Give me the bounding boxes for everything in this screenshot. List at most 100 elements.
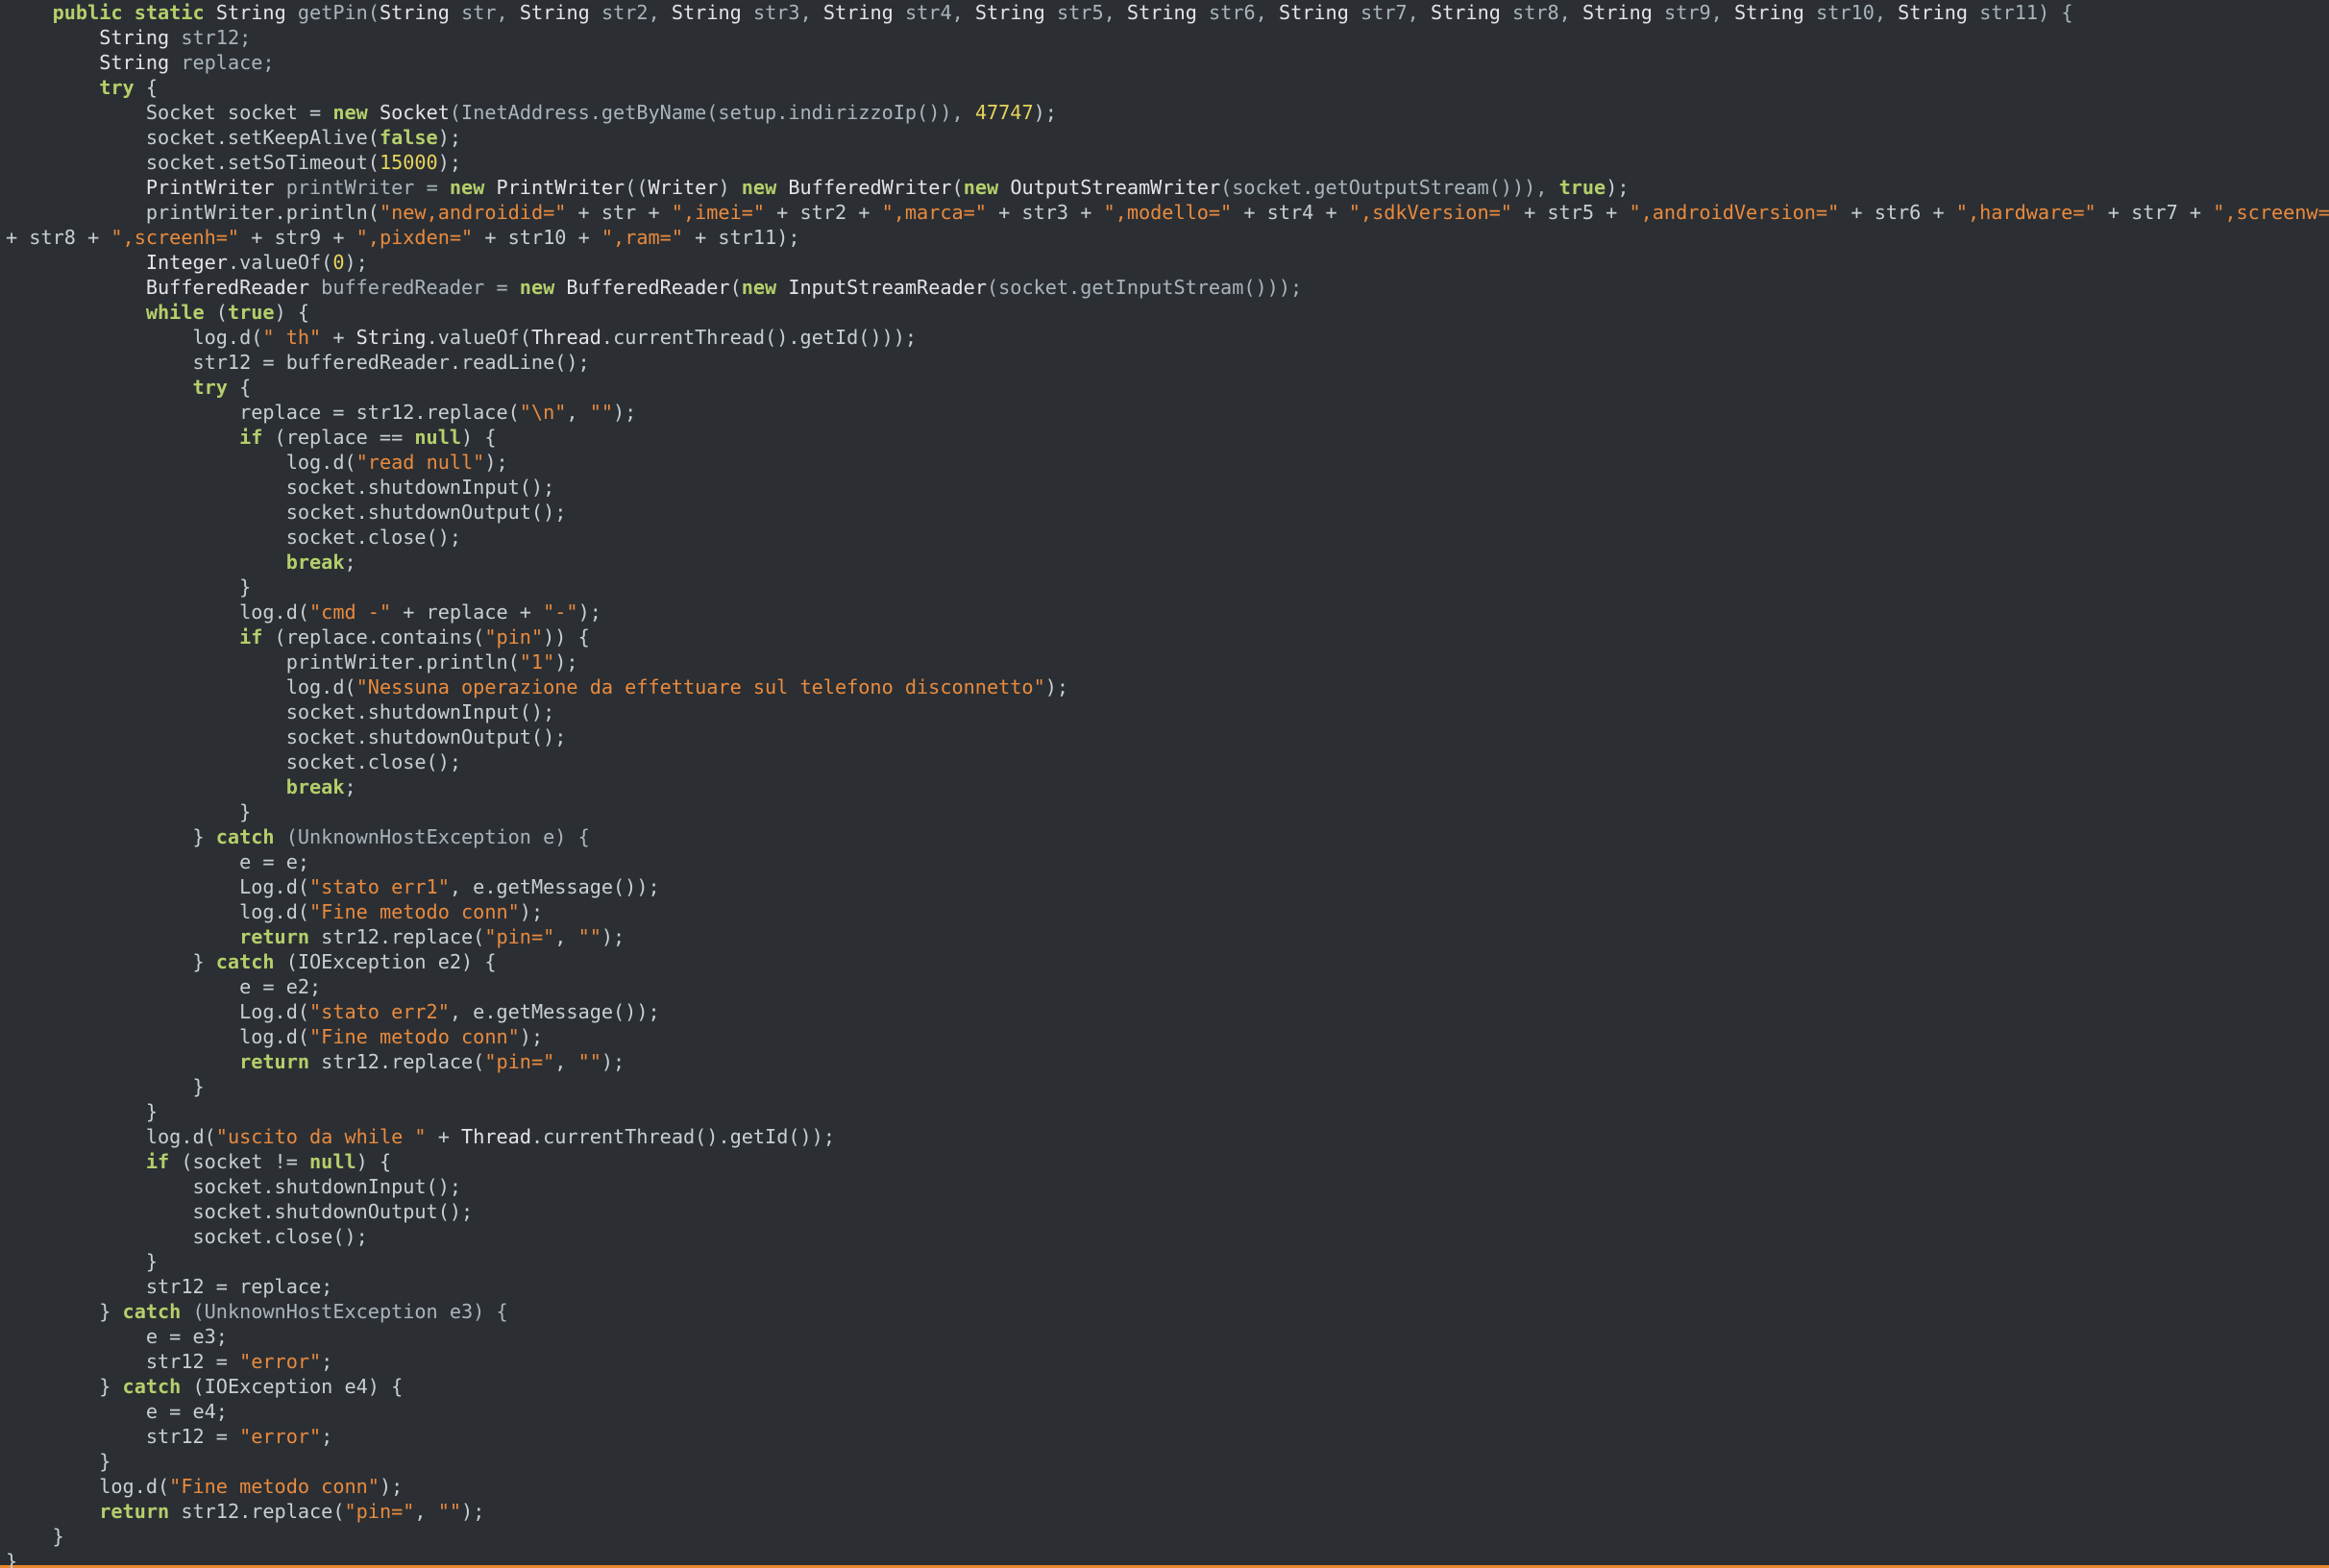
code-line[interactable]: socket.shutdownInput(); xyxy=(6,1174,2329,1199)
code-token: Log.d( xyxy=(239,1000,310,1023)
code-token: return xyxy=(99,1500,170,1523)
code-line[interactable]: } xyxy=(6,1549,2329,1568)
code-line[interactable]: return str12.replace("pin=", ""); xyxy=(6,1049,2329,1074)
code-line[interactable]: log.d("Fine metodo conn"); xyxy=(6,899,2329,924)
code-token: "stato err2" xyxy=(309,1000,450,1023)
code-line[interactable]: if (replace.contains("pin")) { xyxy=(6,625,2329,649)
code-line[interactable]: str12 = "error"; xyxy=(6,1424,2329,1449)
code-line[interactable]: } catch (IOException e4) { xyxy=(6,1374,2329,1399)
code-line[interactable]: Log.d("stato err1", e.getMessage()); xyxy=(6,874,2329,899)
code-line[interactable]: e = e2; xyxy=(6,974,2329,999)
code-line[interactable]: socket.close(); xyxy=(6,749,2329,774)
code-line[interactable]: e = e4; xyxy=(6,1399,2329,1424)
code-token: ); xyxy=(344,251,368,274)
code-line[interactable]: break; xyxy=(6,550,2329,575)
code-line[interactable]: } xyxy=(6,799,2329,824)
code-token: log.d( xyxy=(239,900,310,923)
code-token: str12 = replace; xyxy=(145,1275,333,1298)
code-line[interactable]: while (true) { xyxy=(6,300,2329,325)
code-line[interactable]: break; xyxy=(6,774,2329,799)
code-line[interactable]: str12 = "error"; xyxy=(6,1349,2329,1374)
code-line[interactable]: log.d("Nessuna operazione da effettuare … xyxy=(6,674,2329,699)
code-line[interactable]: Socket socket = new Socket(InetAddress.g… xyxy=(6,100,2329,125)
code-line[interactable]: } xyxy=(6,575,2329,600)
code-line[interactable]: socket.setSoTimeout(15000); xyxy=(6,150,2329,175)
code-line[interactable]: str12 = bufferedReader.readLine(); xyxy=(6,350,2329,375)
code-line[interactable]: socket.shutdownOutput(); xyxy=(6,724,2329,749)
code-line[interactable]: e = e; xyxy=(6,849,2329,874)
code-token: getPin( xyxy=(285,1,380,24)
code-line[interactable]: printWriter.println("1"); xyxy=(6,649,2329,674)
code-line[interactable]: socket.shutdownOutput(); xyxy=(6,500,2329,525)
code-line[interactable]: } xyxy=(6,1099,2329,1124)
code-token: } xyxy=(239,800,252,823)
code-line[interactable]: } catch (UnknownHostException e3) { xyxy=(6,1299,2329,1324)
code-line[interactable]: Integer.valueOf(0); xyxy=(6,250,2329,275)
code-line[interactable]: socket.shutdownInput(); xyxy=(6,475,2329,500)
code-token: Socket xyxy=(379,101,450,124)
code-line[interactable]: String replace; xyxy=(6,50,2329,75)
code-line[interactable]: } xyxy=(6,1524,2329,1549)
code-line[interactable]: String str12; xyxy=(6,25,2329,50)
code-line[interactable]: PrintWriter printWriter = new PrintWrite… xyxy=(6,175,2329,200)
code-area[interactable]: public static String getPin(String str, … xyxy=(6,0,2329,1568)
code-token: str12 = xyxy=(145,1350,240,1373)
code-line[interactable]: socket.close(); xyxy=(6,525,2329,550)
code-line[interactable]: socket.shutdownOutput(); xyxy=(6,1199,2329,1224)
code-line[interactable]: log.d("Fine metodo conn"); xyxy=(6,1024,2329,1049)
code-line[interactable]: try { xyxy=(6,75,2329,100)
code-line[interactable]: } xyxy=(6,1074,2329,1099)
code-line[interactable]: replace = str12.replace("\n", ""); xyxy=(6,400,2329,425)
code-token: "" xyxy=(437,1500,462,1523)
code-line[interactable]: log.d("uscito da while " + Thread.curren… xyxy=(6,1124,2329,1149)
code-token: catch xyxy=(215,825,275,848)
code-line[interactable]: socket.close(); xyxy=(6,1224,2329,1249)
code-line[interactable]: log.d("Fine metodo conn"); xyxy=(6,1474,2329,1499)
code-line[interactable]: printWriter.println("new,androidid=" + s… xyxy=(6,200,2329,225)
code-line[interactable]: return str12.replace("pin=", ""); xyxy=(6,1499,2329,1524)
code-line[interactable]: log.d("cmd -" + replace + "-"); xyxy=(6,600,2329,625)
code-line[interactable]: e = e3; xyxy=(6,1324,2329,1349)
code-line[interactable]: + str8 + ",screenh=" + str9 + ",pixden="… xyxy=(6,225,2329,250)
code-line[interactable]: if (replace == null) { xyxy=(6,425,2329,450)
code-token: + xyxy=(426,1125,462,1148)
code-token: "Nessuna operazione da effettuare sul te… xyxy=(355,675,1045,698)
code-token: + replace + xyxy=(391,600,544,624)
code-line[interactable]: if (socket != null) { xyxy=(6,1149,2329,1174)
code-line[interactable]: try { xyxy=(6,375,2329,400)
code-token: Thread xyxy=(461,1125,531,1148)
code-token: "new,androidid=" xyxy=(379,201,567,224)
code-token: str9, xyxy=(1652,1,1734,24)
code-token: PrintWriter xyxy=(496,176,625,199)
code-line[interactable]: BufferedReader bufferedReader = new Buff… xyxy=(6,275,2329,300)
code-line[interactable]: } xyxy=(6,1449,2329,1474)
code-line[interactable]: log.d(" th" + String.valueOf(Thread.curr… xyxy=(6,325,2329,350)
code-token: )) { xyxy=(543,625,590,649)
code-line[interactable]: } catch (IOException e2) { xyxy=(6,949,2329,974)
code-token: } xyxy=(239,576,252,599)
code-line[interactable]: return str12.replace("pin=", ""); xyxy=(6,924,2329,949)
code-line[interactable]: public static String getPin(String str, … xyxy=(6,0,2329,25)
code-token: printWriter.println( xyxy=(285,650,520,674)
code-token: "cmd -" xyxy=(309,600,392,624)
code-token: true xyxy=(1558,176,1606,199)
code-line[interactable]: socket.shutdownInput(); xyxy=(6,699,2329,724)
code-line[interactable]: } catch (UnknownHostException e) { xyxy=(6,824,2329,849)
code-line[interactable]: log.d("read null"); xyxy=(6,450,2329,475)
code-line[interactable]: Log.d("stato err2", e.getMessage()); xyxy=(6,999,2329,1024)
code-line[interactable]: str12 = replace; xyxy=(6,1274,2329,1299)
code-line[interactable]: } xyxy=(6,1249,2329,1274)
code-editor[interactable]: public static String getPin(String str, … xyxy=(0,0,2329,1568)
code-token: true xyxy=(227,301,275,324)
code-line[interactable]: socket.setKeepAlive(false); xyxy=(6,125,2329,150)
